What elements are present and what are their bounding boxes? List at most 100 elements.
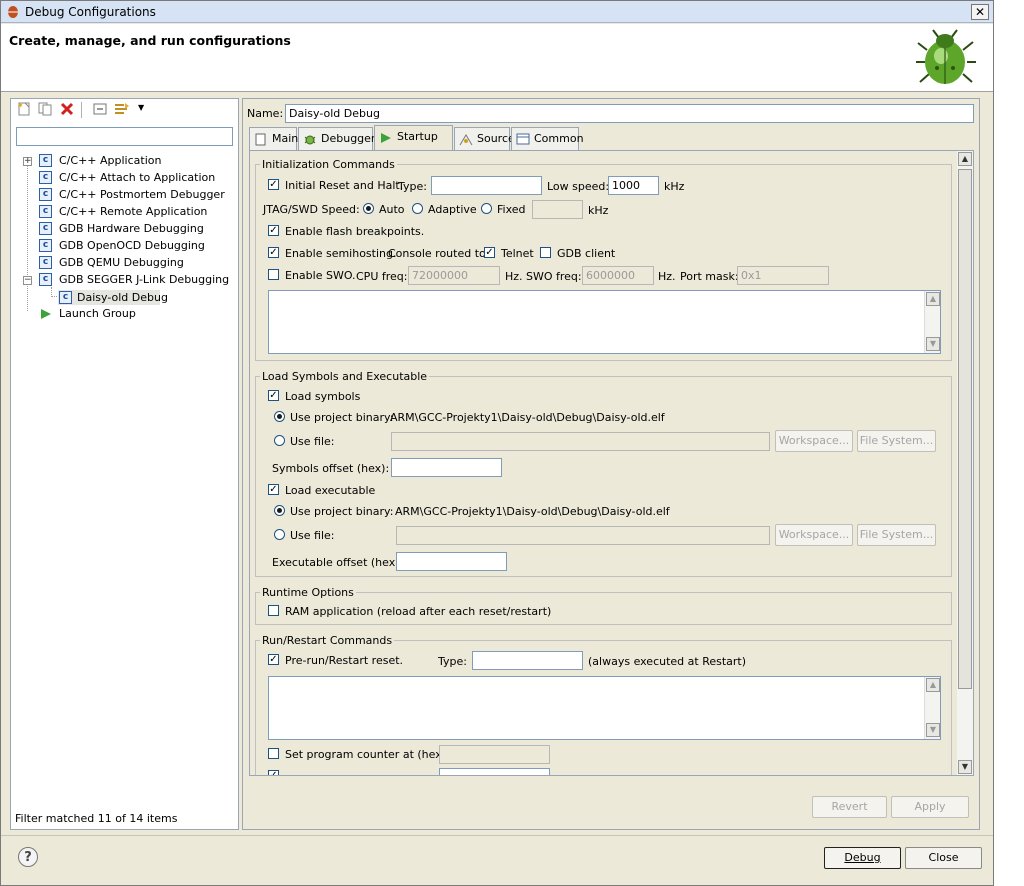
initial-reset-checkbox[interactable]: ✓ [268, 179, 279, 190]
banner-title: Create, manage, and run configurations [9, 33, 291, 48]
help-icon[interactable]: ? [18, 847, 38, 867]
play-icon [381, 133, 391, 143]
ram-application-label: RAM application (reload after each reset… [285, 605, 552, 618]
set-pc-checkbox[interactable] [268, 748, 279, 759]
debug-button[interactable]: Debug [824, 847, 901, 869]
symbols-offset-input[interactable] [391, 458, 502, 477]
expand-icon[interactable]: + [23, 157, 32, 166]
new-config-icon[interactable]: ✶ [17, 102, 31, 116]
init-commands-legend: Initialization Commands [260, 158, 397, 171]
page-icon [255, 133, 266, 146]
console-routed-label: Console routed to: [388, 247, 490, 260]
file-system-button-1[interactable]: File System... [857, 430, 936, 452]
tree-item-selected[interactable]: c Daisy-old Debug [58, 290, 168, 305]
c-config-icon: c [39, 154, 52, 167]
c-config-icon: c [39, 188, 52, 201]
filter-dropdown-icon[interactable]: ▼ [138, 103, 144, 112]
init-commands-textarea[interactable]: ▲ ▼ [268, 290, 941, 354]
collapse-all-icon[interactable] [93, 102, 107, 116]
gdb-client-checkbox[interactable] [540, 247, 551, 258]
fixed-speed-input[interactable] [532, 200, 583, 219]
revert-button[interactable]: Revert [812, 796, 887, 818]
executable-file-input[interactable] [396, 526, 770, 545]
ram-application-checkbox[interactable] [268, 605, 279, 616]
scroll-up-icon[interactable]: ▲ [926, 678, 940, 692]
port-mask-input[interactable]: 0x1 [737, 266, 829, 285]
close-button[interactable]: Close [905, 847, 982, 869]
scroll-down-icon[interactable]: ▼ [926, 337, 940, 351]
config-name-input[interactable]: Daisy-old Debug [285, 104, 974, 123]
tab-debugger[interactable]: Debugger [298, 127, 375, 151]
file-system-button-2[interactable]: File System... [857, 524, 936, 546]
scroll-down-icon[interactable]: ▼ [958, 760, 972, 774]
auto-radio[interactable] [363, 203, 374, 214]
workspace-button-2[interactable]: Workspace... [775, 524, 853, 546]
telnet-label: Telnet [501, 247, 534, 260]
fixed-radio[interactable] [481, 203, 492, 214]
use-file-radio-2[interactable] [274, 529, 285, 540]
project-binary-path-1: ARM\GCC-Projekty1\Daisy-old\Debug\Daisy-… [390, 411, 665, 424]
load-symbols-checkbox[interactable]: ✓ [268, 390, 279, 401]
telnet-checkbox[interactable]: ✓ [484, 247, 495, 258]
scroll-down-icon[interactable]: ▼ [926, 723, 940, 737]
tab-main[interactable]: Main [249, 127, 298, 151]
workspace-button-1[interactable]: Workspace... [775, 430, 853, 452]
load-executable-checkbox[interactable]: ✓ [268, 484, 279, 495]
swo-checkbox[interactable] [268, 269, 279, 280]
adaptive-radio[interactable] [412, 203, 423, 214]
vertical-scrollbar[interactable]: ▲ ▼ [957, 151, 973, 775]
set-pc-label: Set program counter at (hex): [285, 748, 450, 761]
use-project-binary-radio-2[interactable] [274, 505, 285, 516]
bug-small-icon [304, 135, 316, 145]
partial-checkbox[interactable]: ✓ [268, 770, 279, 775]
use-project-binary-radio-1[interactable] [274, 411, 285, 422]
hz-label-2: Hz. [658, 270, 676, 283]
c-config-icon: c [39, 256, 52, 269]
startup-tab-content: ▲ ▼ Initialization Commands ✓ Initial Re… [249, 150, 974, 776]
collapse-icon[interactable]: − [23, 276, 32, 285]
symbols-file-input[interactable] [391, 432, 770, 451]
filter-status: Filter matched 11 of 14 items [15, 812, 178, 825]
swo-label: Enable SWO. [285, 269, 356, 282]
load-symbols-label: Load symbols [285, 390, 361, 403]
flash-breakpoints-checkbox[interactable]: ✓ [268, 225, 279, 236]
khz-label: kHz [664, 180, 685, 193]
scroll-up-icon[interactable]: ▲ [926, 292, 940, 306]
filter-input[interactable] [16, 127, 233, 146]
delete-icon[interactable] [60, 102, 74, 116]
use-project-binary-label-2: Use project binary: [290, 505, 394, 518]
run-commands-textarea[interactable]: ▲ ▼ [268, 676, 941, 740]
symbols-offset-label: Symbols offset (hex): [272, 462, 390, 475]
low-speed-input[interactable]: 1000 [608, 176, 659, 195]
runtime-options-legend: Runtime Options [260, 586, 356, 599]
window-title: Debug Configurations [25, 5, 156, 19]
scroll-up-icon[interactable]: ▲ [958, 152, 972, 166]
filter-icon[interactable] [114, 102, 130, 116]
tab-common[interactable]: Common [511, 127, 584, 151]
tab-startup[interactable]: Startup [374, 125, 453, 151]
cpu-freq-input[interactable]: 72000000 [408, 266, 500, 285]
port-mask-label: Port mask: [680, 270, 739, 283]
partial-input[interactable] [439, 768, 550, 775]
pre-run-reset-checkbox[interactable]: ✓ [268, 654, 279, 665]
swo-freq-label: SWO freq: [526, 270, 582, 283]
semihosting-checkbox[interactable]: ✓ [268, 247, 279, 258]
duplicate-icon[interactable] [38, 102, 52, 116]
textarea-scrollbar[interactable]: ▲ ▼ [924, 677, 940, 739]
use-project-binary-label-1: Use project binary: [290, 411, 394, 424]
use-file-radio-1[interactable] [274, 435, 285, 446]
executable-offset-input[interactable] [396, 552, 507, 571]
run-type-input[interactable] [472, 651, 583, 670]
close-icon[interactable]: ✕ [971, 4, 989, 20]
scroll-thumb[interactable] [958, 169, 972, 689]
set-pc-input[interactable] [439, 745, 550, 764]
textarea-scrollbar[interactable]: ▲ ▼ [924, 291, 940, 353]
tab-source[interactable]: Source [454, 127, 515, 151]
c-config-icon: c [39, 171, 52, 184]
reset-type-input[interactable] [431, 176, 542, 195]
swo-freq-input[interactable]: 6000000 [582, 266, 654, 285]
svg-text:✶: ✶ [17, 102, 24, 110]
khz-label-2: kHz [588, 204, 609, 217]
use-file-label-2: Use file: [290, 529, 335, 542]
apply-button[interactable]: Apply [891, 796, 969, 818]
